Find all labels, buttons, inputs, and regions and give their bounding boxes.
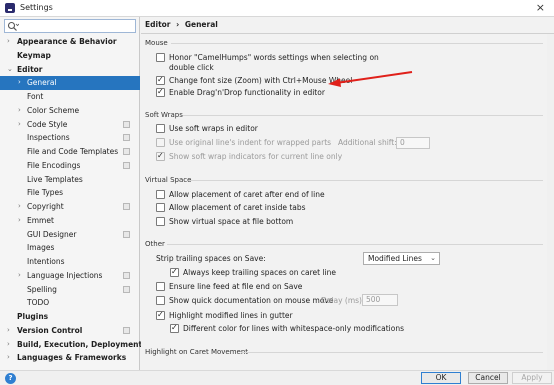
apply-button[interactable]: Apply	[512, 372, 552, 384]
dialog-button-bar: ? OK Cancel Apply	[0, 370, 554, 385]
help-icon[interactable]: ?	[5, 373, 16, 384]
annotation-arrow-shaft	[335, 71, 413, 84]
cancel-button[interactable]: Cancel	[468, 372, 508, 384]
ok-button[interactable]: OK	[421, 372, 461, 384]
annotation-arrow-head	[328, 78, 341, 87]
annotation-arrow	[328, 71, 413, 87]
